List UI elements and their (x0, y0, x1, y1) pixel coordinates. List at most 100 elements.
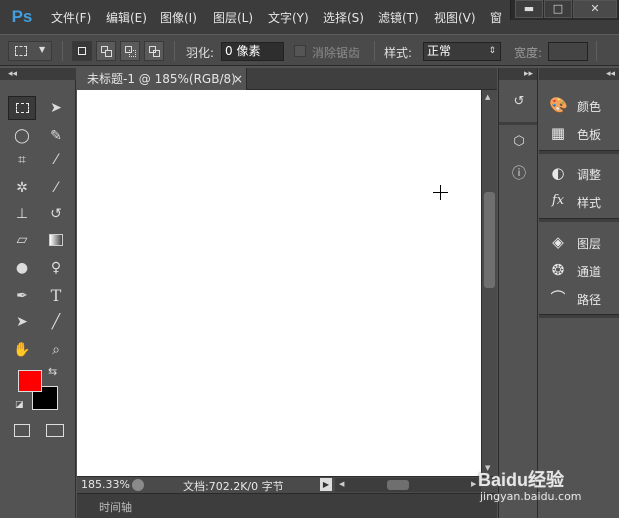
styles-panel-tab[interactable]: fx 样式 (539, 188, 619, 214)
channels-panel-tab[interactable]: ❂ 通道 (539, 257, 619, 283)
close-tab-icon[interactable]: × (233, 68, 243, 90)
tools-panel: ◂◂ ➤ ◯ ✎ ⌗ ⁄ ✲ ⁄ ⊥ ↺ ▱ ● ♀ ✒ T ➤ ╱ ✋ ⌕ ⇆… (0, 68, 76, 518)
rectangular-marquee-tool[interactable] (8, 96, 36, 120)
path-selection-tool[interactable]: ➤ (8, 310, 36, 334)
paths-panel-tab[interactable]: ⌒ 路径 (539, 285, 619, 311)
restore-button[interactable]: □ (544, 0, 572, 18)
style-select[interactable]: 正常 ⇕ (423, 42, 501, 61)
vertical-scroll-thumb[interactable] (484, 192, 495, 288)
swatches-panel-tab[interactable]: ▦ 色板 (539, 120, 619, 146)
blur-tool[interactable]: ● (8, 256, 36, 280)
collapse-panels-icon[interactable]: ▸▸ (499, 68, 537, 80)
hand-icon: ✋ (13, 342, 31, 358)
type-tool[interactable]: T (42, 284, 70, 308)
paths-icon: ⌒ (550, 289, 566, 307)
collapse-dock-icon[interactable]: ◂◂ (539, 68, 619, 80)
feather-input[interactable]: 0 像素 (221, 42, 284, 61)
menu-image[interactable]: 图像(I) (160, 9, 197, 26)
antialias-checkbox[interactable] (294, 45, 306, 57)
crop-tool[interactable]: ⌗ (8, 148, 36, 172)
eyedropper-tool[interactable]: ⁄ (42, 148, 70, 172)
styles-panel-label: 样式 (577, 196, 602, 210)
quick-mask-icon[interactable] (14, 424, 30, 437)
eraser-icon: ▱ (16, 232, 28, 248)
width-input[interactable] (548, 42, 588, 61)
collapse-toolbar-icon[interactable]: ◂◂ (0, 68, 76, 80)
document-tab-title: 未标题-1 @ 185%(RGB/8) (87, 72, 236, 86)
subtract-selection-button[interactable] (120, 41, 140, 61)
menu-type[interactable]: 文字(Y) (268, 9, 309, 26)
menu-file[interactable]: 文件(F) (51, 9, 91, 26)
history-icon[interactable]: ↺ (509, 94, 529, 114)
close-button[interactable]: ✕ (573, 0, 617, 18)
crosshair-cursor-icon-h (433, 192, 448, 193)
clone-stamp-tool[interactable]: ⊥ (8, 202, 36, 226)
menu-edit[interactable]: 编辑(E) (106, 9, 147, 26)
menu-filter[interactable]: 滤镜(T) (378, 9, 419, 26)
marquee-icon (15, 46, 27, 56)
hand-tool[interactable]: ✋ (8, 338, 36, 362)
info-icon[interactable]: ⓘ (509, 163, 529, 183)
swap-colors-icon[interactable]: ⇆ (48, 365, 57, 378)
scroll-up-icon[interactable]: ▲ (485, 93, 490, 101)
move-icon: ➤ (50, 100, 62, 116)
history-brush-tool[interactable]: ↺ (42, 202, 70, 226)
add-selection-button[interactable] (96, 41, 116, 61)
add-selection-icon-part (105, 50, 112, 57)
move-tool[interactable]: ➤ (42, 96, 70, 120)
blur-drop-icon: ● (15, 260, 29, 276)
status-expand-icon[interactable]: ▶ (320, 478, 332, 491)
zoom-level[interactable]: 185.33% (81, 478, 130, 491)
screen-mode-icon[interactable] (46, 424, 64, 437)
color-panel-tab[interactable]: 🎨 颜色 (539, 92, 619, 118)
zoom-tool[interactable]: ⌕ (42, 338, 70, 362)
default-colors-icon[interactable]: ◪ (15, 400, 24, 410)
baidu-watermark: Baidu经验 jingyan.baidu.com (478, 466, 618, 514)
layers-panel-tab[interactable]: ◈ 图层 (539, 229, 619, 255)
minimize-button[interactable]: ▬ (515, 0, 543, 18)
horizontal-scrollbar[interactable]: ◀ ▶ (335, 478, 481, 492)
document-tab-bar: 未标题-1 @ 185%(RGB/8) × (77, 68, 497, 90)
scroll-left-icon[interactable]: ◀ (339, 480, 344, 488)
scroll-right-icon[interactable]: ▶ (471, 480, 476, 488)
document-canvas[interactable] (77, 90, 481, 476)
status-menu-icon[interactable] (132, 479, 144, 491)
new-selection-button[interactable] (72, 41, 92, 61)
brush-tool[interactable]: ⁄ (42, 176, 70, 200)
dodge-icon: ♀ (50, 260, 62, 276)
dodge-tool[interactable]: ♀ (42, 256, 70, 280)
vertical-scrollbar[interactable]: ▲ ▼ (481, 90, 497, 476)
intersect-selection-button[interactable] (144, 41, 164, 61)
menu-window[interactable]: 窗 (490, 9, 502, 26)
foreground-color-swatch-front[interactable] (18, 370, 42, 392)
timeline-label: 时间轴 (99, 501, 132, 514)
timeline-panel-tab[interactable]: 时间轴 (77, 493, 497, 518)
brush-icon: ⁄ (54, 180, 58, 196)
window-controls: ▬ □ ✕ (510, 0, 619, 20)
adjustments-panel-tab[interactable]: ◐ 调整 (539, 160, 619, 186)
document-info: 文档:702.2K/0 字节 (183, 480, 284, 493)
lasso-tool[interactable]: ◯ (8, 124, 36, 148)
line-tool[interactable]: ╱ (42, 310, 70, 334)
3d-icon[interactable]: ⬡ (509, 134, 529, 154)
subtract-selection-icon-part (129, 50, 136, 57)
eraser-tool[interactable]: ▱ (8, 228, 36, 252)
quick-selection-tool[interactable]: ✎ (42, 124, 70, 148)
tool-preset-picker[interactable]: ▼ (8, 41, 52, 61)
adjustments-panel-label: 调整 (577, 168, 602, 182)
line-icon: ╱ (51, 314, 61, 330)
dropdown-arrow-icon: ▼ (39, 45, 46, 54)
panel-divider (539, 314, 619, 318)
watermark-brand: Baidu经验 (478, 470, 565, 490)
history-brush-icon: ↺ (50, 206, 62, 222)
healing-brush-tool[interactable]: ✲ (8, 176, 36, 200)
pen-tool[interactable]: ✒ (8, 284, 36, 308)
document-tab[interactable]: 未标题-1 @ 185%(RGB/8) × (77, 68, 247, 90)
gradient-tool[interactable] (42, 228, 70, 252)
menu-select[interactable]: 选择(S) (323, 9, 364, 26)
menu-view[interactable]: 视图(V) (434, 9, 476, 26)
horizontal-scroll-thumb[interactable] (387, 480, 409, 490)
status-bar: 185.33% 文档:702.2K/0 字节 ▶ ◀ ▶ (77, 476, 497, 493)
menu-layer[interactable]: 图层(L) (213, 9, 253, 26)
quick-selection-icon: ✎ (50, 128, 62, 144)
